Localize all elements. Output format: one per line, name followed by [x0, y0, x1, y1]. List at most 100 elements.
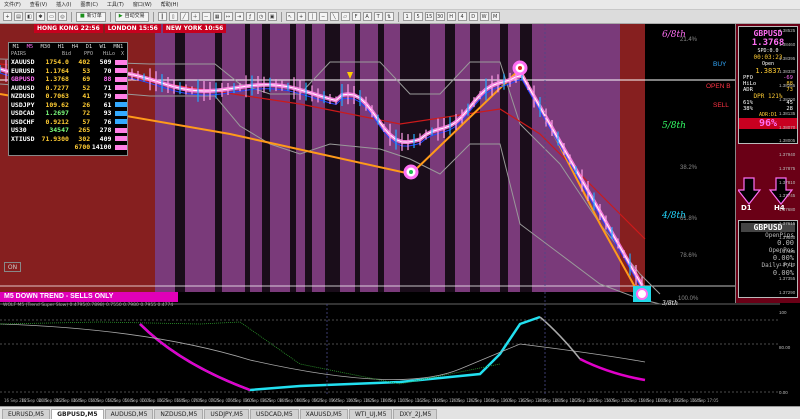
candle-chart-icon[interactable]: ▯	[168, 12, 178, 21]
m30-period-button[interactable]: 30	[435, 12, 445, 21]
chart-tab[interactable]: NZDUSD,M5	[154, 409, 204, 419]
tf-h4[interactable]: H4	[72, 44, 79, 50]
oscillator-grey	[539, 316, 581, 360]
h4-period-button[interactable]: 4	[457, 12, 467, 21]
menu-help[interactable]: 帮助(H)	[161, 1, 179, 8]
auto-trading-button[interactable]: ▶ 自动交易	[114, 11, 149, 22]
tf-mn1[interactable]: MN1	[113, 44, 123, 50]
arrows-icon[interactable]: ⇅	[384, 12, 394, 21]
label-icon[interactable]: T	[373, 12, 383, 21]
chart-tab[interactable]: EURUSD,M5	[2, 409, 51, 419]
pair-bid: 0.7277	[45, 83, 69, 92]
pair-hilo: 14100	[91, 143, 112, 152]
chart-tab[interactable]: USDCAD,M5	[250, 409, 299, 419]
menu-view[interactable]: 查看(V)	[30, 1, 47, 8]
crosshair-icon[interactable]: +	[296, 12, 306, 21]
pair-bid: 0.7063	[45, 92, 69, 101]
new-order-icon: ■	[80, 13, 85, 19]
pair-name: US30	[11, 126, 27, 135]
autoscroll-icon[interactable]: ↦	[223, 12, 233, 21]
table-row: AUDUSD 0.7277 52 71	[9, 84, 127, 93]
menu-tools[interactable]: 工具(T)	[107, 1, 124, 8]
chart-tab[interactable]: DXY_2J,M5	[393, 409, 438, 419]
table-row: GBPUSD 1.3768 69 88	[9, 75, 127, 84]
session-gap	[378, 24, 384, 292]
price-tick-label: 1.37875	[779, 165, 796, 171]
tf-w1[interactable]: W1	[99, 44, 106, 50]
pair-name: GBPUSD	[11, 75, 35, 84]
table-row: NZDUSD 0.7063 41 79	[9, 92, 127, 101]
trendline-icon[interactable]: ╲	[329, 12, 339, 21]
periods-icon[interactable]: ◷	[256, 12, 266, 21]
m15-period-button[interactable]: 15	[424, 12, 434, 21]
pair-hilo: 71	[103, 83, 112, 92]
m5-period-button[interactable]: 5	[413, 12, 423, 21]
chart-tab[interactable]: XAUUSD,M5	[299, 409, 348, 419]
sell-label: SELL	[713, 102, 729, 109]
fibo-icon[interactable]: F	[351, 12, 361, 21]
templates-icon[interactable]: ▣	[267, 12, 277, 21]
new-order-button[interactable]: ■ 新订单	[76, 11, 106, 22]
navigator-icon[interactable]: ✱	[36, 12, 45, 21]
fib-label-5-8: 5/8th	[662, 121, 686, 131]
play-icon: ▶	[118, 13, 123, 19]
line-chart-icon[interactable]: ╱	[179, 12, 189, 21]
cursor-icon[interactable]: ↖	[285, 12, 295, 21]
pair-bid: 1.2697	[45, 109, 69, 118]
chart-tabs: EURUSD,M5 GBPUSD,M5 AUDUSD,M5 NZDUSD,M5 USDJ…	[0, 406, 800, 419]
on-toggle-button[interactable]: ON	[4, 262, 21, 272]
vline-icon[interactable]: │	[307, 12, 317, 21]
menu-charts[interactable]: 图表(C)	[81, 1, 98, 8]
pair-hilo: 76	[103, 117, 112, 126]
zoom-in-icon[interactable]: ＋	[190, 12, 200, 21]
strength-bar	[115, 102, 127, 108]
tf-m5[interactable]: M5	[27, 44, 34, 50]
table-row: USDJPY 109.62 26 61	[9, 101, 127, 110]
price-tick-label: 1.37810	[779, 179, 796, 185]
channel-icon[interactable]: ▱	[340, 12, 350, 21]
pair-name: USDCHF	[11, 117, 35, 126]
currency-strength-table: M1 M5 M30 H1 H4 D1 W1 MN1 PAIRS Bid PFO …	[8, 42, 128, 156]
chart-tab[interactable]: GBPUSD,M5	[51, 409, 104, 419]
pair-name: NZDUSD	[11, 92, 35, 101]
market-watch-icon[interactable]: ◧	[25, 12, 34, 21]
pair-pfo: 53	[82, 66, 91, 75]
text-icon[interactable]: A	[362, 12, 372, 21]
time-tick-label: 16 Sep 17:05	[691, 398, 719, 403]
tf-h1[interactable]: H1	[58, 44, 65, 50]
new-chart-icon[interactable]: +	[3, 12, 12, 21]
tile-icon[interactable]: ▦	[212, 12, 222, 21]
tf-d1[interactable]: D1	[86, 44, 93, 50]
session-band	[384, 24, 400, 292]
table-row: XAUUSD 1754.0 402 509	[9, 58, 127, 67]
m1-period-button[interactable]: 1	[402, 12, 412, 21]
chart-tab[interactable]: WTI_UJ,M5	[349, 409, 393, 419]
menu-file[interactable]: 文件(F)	[4, 1, 21, 8]
tf-m30[interactable]: M30	[40, 44, 50, 50]
mn-period-button[interactable]: M	[490, 12, 500, 21]
terminal-icon[interactable]: ▭	[47, 12, 56, 21]
price-tick-label: 1.38200	[779, 96, 796, 102]
strength-bar	[115, 144, 127, 150]
w1-period-button[interactable]: W	[479, 12, 489, 21]
h1-period-button[interactable]: H	[446, 12, 456, 21]
mt4-terminal: 文件(F) 查看(V) 插入(I) 图表(C) 工具(T) 窗口(W) 帮助(H…	[0, 0, 800, 419]
indicators-icon[interactable]: ƒ	[245, 12, 255, 21]
pair-pfo: 402	[78, 58, 91, 67]
tf-m1[interactable]: M1	[13, 44, 20, 50]
session-band	[270, 24, 290, 292]
shift-icon[interactable]: ⇥	[234, 12, 244, 21]
zoom-out-icon[interactable]: －	[201, 12, 211, 21]
d1-period-button[interactable]: D	[468, 12, 478, 21]
tester-icon[interactable]: ◎	[58, 12, 67, 21]
menu-insert[interactable]: 插入(I)	[56, 1, 71, 8]
bar-chart-icon[interactable]: ┃	[157, 12, 167, 21]
profiles-icon[interactable]: ▤	[14, 12, 23, 21]
hline-icon[interactable]: ─	[318, 12, 328, 21]
price-tick-label: 1.37355	[779, 276, 796, 282]
price-tick-label: 1.37680	[779, 207, 796, 213]
chart-tab[interactable]: USDJPY,M5	[204, 409, 250, 419]
fib-label-3-8: 3/8th	[662, 300, 678, 307]
chart-tab[interactable]: AUDUSD,M5	[104, 409, 154, 419]
menu-window[interactable]: 窗口(W)	[133, 1, 152, 8]
